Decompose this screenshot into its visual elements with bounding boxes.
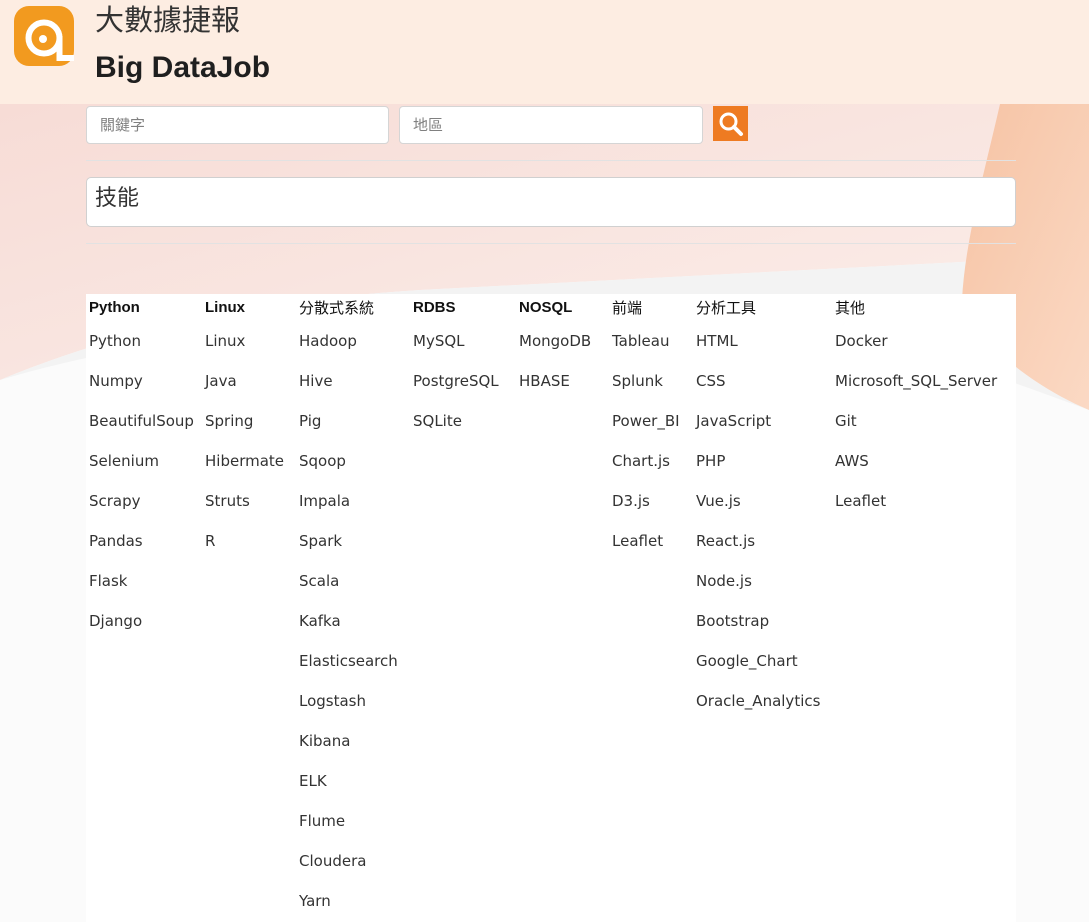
skill-item-sqlite[interactable]: SQLite — [413, 411, 462, 431]
skill-item-django[interactable]: Django — [89, 611, 142, 631]
skill-item-linux[interactable]: Linux — [205, 331, 245, 351]
skill-item-power-bi[interactable]: Power_BI — [612, 411, 680, 431]
skill-item-mongodb[interactable]: MongoDB — [519, 331, 591, 351]
skill-item-pig[interactable]: Pig — [299, 411, 321, 431]
skill-item-node-js[interactable]: Node.js — [696, 571, 752, 591]
column-header: NOSQL — [519, 299, 573, 316]
skill-item-beautifulsoup[interactable]: BeautifulSoup — [89, 411, 194, 431]
skill-item-tableau[interactable]: Tableau — [612, 331, 670, 351]
skills-table: Python Python Numpy BeautifulSoup Selenium Sc… — [86, 294, 1016, 922]
location-search-input[interactable] — [399, 106, 703, 144]
skill-item-elasticsearch[interactable]: Elasticsearch — [299, 651, 398, 671]
skill-item-docker[interactable]: Docker — [835, 331, 888, 351]
skill-item-hbase[interactable]: HBASE — [519, 371, 570, 391]
skill-item-impala[interactable]: Impala — [299, 491, 350, 511]
skills-panel: 技能 — [86, 177, 1016, 227]
skill-item-flask[interactable]: Flask — [89, 571, 128, 591]
skills-title: 技能 — [95, 186, 140, 211]
skill-item-splunk[interactable]: Splunk — [612, 371, 663, 391]
skill-item-git[interactable]: Git — [835, 411, 857, 431]
skill-item-leaflet[interactable]: Leaflet — [612, 531, 663, 551]
skill-item-chart-js[interactable]: Chart.js — [612, 451, 670, 471]
column-header: Linux — [205, 299, 245, 316]
skill-item-flume[interactable]: Flume — [299, 811, 345, 831]
keyword-search-input[interactable] — [86, 106, 389, 144]
skill-item-html[interactable]: HTML — [696, 331, 738, 351]
search-icon — [719, 112, 743, 136]
column-header: 前端 — [612, 299, 643, 317]
skill-item-yarn[interactable]: Yarn — [299, 891, 331, 911]
skill-item-pandas[interactable]: Pandas — [89, 531, 143, 551]
skill-item-mysql[interactable]: MySQL — [413, 331, 465, 351]
column-header: 分析工具 — [696, 299, 757, 317]
skill-item-hive[interactable]: Hive — [299, 371, 333, 391]
skill-item-aws[interactable]: AWS — [835, 451, 869, 471]
brand-title-english: Big DataJob — [95, 51, 271, 84]
skill-item-sqoop[interactable]: Sqoop — [299, 451, 346, 471]
skill-item-css[interactable]: CSS — [696, 371, 726, 391]
skill-item-spark[interactable]: Spark — [299, 531, 342, 551]
site-header: 大數據捷報 Big DataJob — [0, 0, 1089, 104]
skill-item-d3-js[interactable]: D3.js — [612, 491, 650, 511]
skill-item-microsoft-sql-server[interactable]: Microsoft_SQL_Server — [835, 371, 997, 391]
skill-item-logstash[interactable]: Logstash — [299, 691, 366, 711]
logo-icon[interactable] — [14, 6, 74, 66]
skill-item-hadoop[interactable]: Hadoop — [299, 331, 357, 351]
skill-item-r[interactable]: R — [205, 531, 215, 551]
skill-item-struts[interactable]: Struts — [205, 491, 250, 511]
skill-item-elk[interactable]: ELK — [299, 771, 327, 791]
skill-item-kafka[interactable]: Kafka — [299, 611, 341, 631]
skill-item-java[interactable]: Java — [205, 371, 237, 391]
brand-title-chinese: 大數據捷報 — [95, 3, 241, 37]
divider-top — [86, 160, 1016, 161]
skill-item-kibana[interactable]: Kibana — [299, 731, 350, 751]
column-header: Python — [89, 299, 140, 316]
column-header: 分散式系統 — [299, 299, 375, 317]
skill-item-vue-js[interactable]: Vue.js — [696, 491, 741, 511]
skill-item-scrapy[interactable]: Scrapy — [89, 491, 141, 511]
skill-item-numpy[interactable]: Numpy — [89, 371, 143, 391]
skill-item-scala[interactable]: Scala — [299, 571, 339, 591]
skill-item-react-js[interactable]: React.js — [696, 531, 755, 551]
skill-item-spring[interactable]: Spring — [205, 411, 253, 431]
column-header: 其他 — [835, 299, 866, 317]
skill-item-python[interactable]: Python — [89, 331, 141, 351]
skill-item-php[interactable]: PHP — [696, 451, 725, 471]
column-header: RDBS — [413, 299, 456, 316]
divider-bottom — [86, 243, 1016, 244]
skill-item-cloudera[interactable]: Cloudera — [299, 851, 366, 871]
skill-item-leaflet[interactable]: Leaflet — [835, 491, 886, 511]
skill-item-javascript[interactable]: JavaScript — [696, 411, 771, 431]
skill-item-postgresql[interactable]: PostgreSQL — [413, 371, 499, 391]
skill-item-google-chart[interactable]: Google_Chart — [696, 651, 798, 671]
skill-item-hibermate[interactable]: Hibermate — [205, 451, 284, 471]
skill-item-bootstrap[interactable]: Bootstrap — [696, 611, 769, 631]
search-button[interactable] — [713, 106, 748, 141]
skill-item-oracle-analytics[interactable]: Oracle_Analytics — [696, 691, 820, 711]
skill-item-selenium[interactable]: Selenium — [89, 451, 159, 471]
